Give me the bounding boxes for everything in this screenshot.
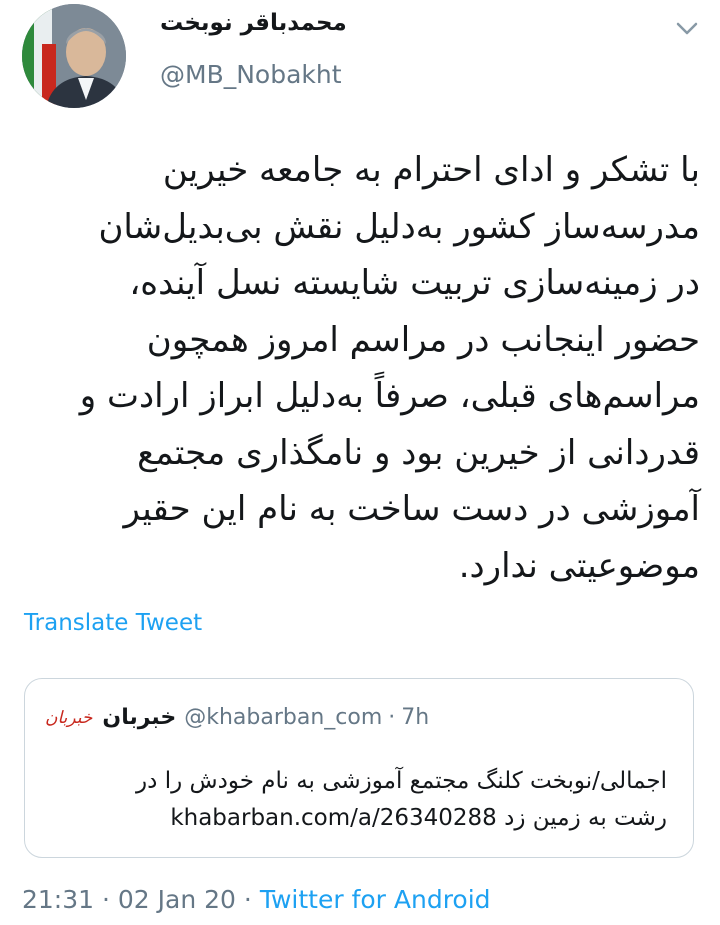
quoted-tweet-header: خبربان خبربان @khabarban_com · 7h (45, 705, 429, 730)
tweet-source-link[interactable]: Twitter for Android (260, 885, 491, 914)
quoted-tweet-text-line: رشت به زمین زد khabarban.com/a/26340288 (170, 805, 667, 831)
translate-tweet-link[interactable]: Translate Tweet (24, 610, 202, 636)
quoted-tweet-time: 7h (401, 705, 430, 730)
quoted-tweet-card[interactable]: خبربان خبربان @khabarban_com · 7h اجمالی… (24, 678, 694, 858)
tweet-text-line: مدرسه‌ساز کشور به‌دلیل نقش بی‌بدیل‌شان (98, 206, 700, 247)
author-handle[interactable]: @MB_Nobakht (160, 60, 342, 89)
tweet-text-line: قدردانی از خیرین بود و نامگذاری مجتمع (137, 432, 700, 473)
quoted-tweet-text: اجمالی/نوبخت کلنگ مجتمع آموزشی به نام خو… (45, 763, 667, 837)
separator-dot: · (243, 885, 252, 914)
author-avatar[interactable] (22, 4, 126, 108)
tweet-text: با تشکر و ادای احترام به جامعه خیرین مدر… (20, 142, 700, 594)
tweet-text-line: در زمینه‌سازی تربیت شایسته نسل آینده، (129, 263, 700, 303)
tweet-date: 02 Jan 20 (117, 885, 236, 914)
tweet-text-line: با تشکر و ادای احترام به جامعه خیرین (162, 150, 700, 190)
chevron-down-icon[interactable] (672, 14, 702, 44)
quoted-author-handle: @khabarban_com (184, 705, 383, 730)
separator-dot: · (102, 885, 110, 914)
tweet-text-line: آموزشی در دست ساخت به نام این حقیر (123, 489, 700, 529)
tweet-metadata: 21:31 · 02 Jan 20 · Twitter for Android (22, 885, 491, 914)
quoted-author-name: خبربان (102, 705, 177, 730)
quoted-author-avatar: خبربان (45, 707, 93, 728)
separator-dot: · (388, 705, 396, 730)
tweet-text-line: موضوعیتی ندارد. (458, 545, 700, 586)
avatar-photo (22, 4, 126, 108)
quoted-tweet-text-line: اجمالی/نوبخت کلنگ مجتمع آموزشی به نام خو… (136, 768, 667, 794)
tweet-time: 21:31 (22, 885, 95, 914)
author-display-name[interactable]: محمدباقر نوبخت (160, 10, 347, 36)
tweet-text-line: مراسم‌های قبلی، صرفاً به‌دلیل ابراز اراد… (79, 376, 700, 416)
tweet-text-line: حضور اینجانب در مراسم امروز همچون (146, 319, 700, 360)
